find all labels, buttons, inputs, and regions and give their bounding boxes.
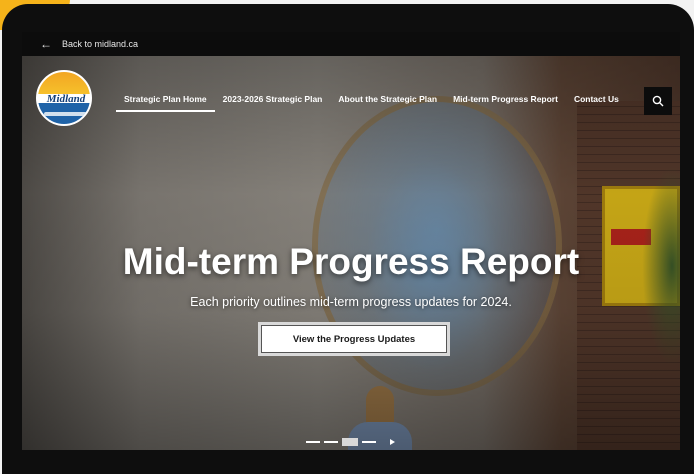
nav-about-strategic-plan[interactable]: About the Strategic Plan [330,94,445,112]
back-bar: ← Back to midland.ca [22,32,680,56]
arrow-left-icon[interactable]: ← [40,38,52,50]
carousel-dot-4[interactable] [362,441,376,443]
nav-strategic-plan-home[interactable]: Strategic Plan Home [116,94,215,112]
logo-text: Midland [46,93,86,105]
play-icon[interactable] [390,439,395,445]
nav-mid-term-progress-report[interactable]: Mid-term Progress Report [445,94,566,112]
carousel-dot-2[interactable] [324,441,338,443]
search-icon [652,95,664,107]
tablet-frame: ← Back to midland.ca Mid-term Progress R… [2,4,694,474]
carousel-dot-3[interactable] [342,438,358,446]
view-progress-updates-button[interactable]: View the Progress Updates [258,322,450,356]
screen: ← Back to midland.ca Mid-term Progress R… [22,32,680,450]
main-nav: Strategic Plan Home 2023-2026 Strategic … [116,94,627,112]
midland-logo[interactable]: Midland [36,70,92,126]
back-link[interactable]: Back to midland.ca [62,39,138,49]
search-button[interactable] [644,87,672,115]
hero-title: Mid-term Progress Report [122,241,580,282]
hero-subtitle: Each priority outlines mid-term progress… [190,295,512,309]
carousel-controls [306,438,395,446]
nav-contact-us[interactable]: Contact Us [566,94,627,112]
logo-wave [44,112,88,116]
nav-2023-2026-strategic-plan[interactable]: 2023-2026 Strategic Plan [215,94,331,112]
carousel-dot-1[interactable] [306,441,320,443]
hero-banner: Mid-term Progress Report Each priority o… [22,56,680,450]
